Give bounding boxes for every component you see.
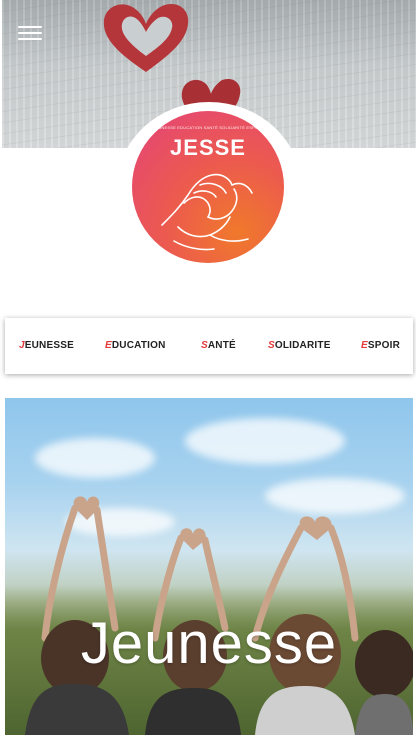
- jesse-logo[interactable]: JEUNESSE EDUCATION SANTÉ SOLIDARITÉ ESPO…: [132, 111, 284, 263]
- clasped-hands-icon: [161, 173, 253, 251]
- feature-title: Jeunesse: [80, 611, 338, 676]
- logo-tagline: JEUNESSE EDUCATION SANTÉ SOLIDARITÉ ESPO…: [153, 125, 263, 130]
- nav-item-espoir[interactable]: ESPOIR: [361, 318, 400, 374]
- nav-item-education[interactable]: EDUCATION: [105, 318, 166, 374]
- hamburger-menu-icon[interactable]: [18, 22, 42, 44]
- nav-item-jeunesse[interactable]: JEUNESSE: [19, 318, 74, 374]
- nav-item-solidarite[interactable]: SOLIDARITE: [268, 318, 331, 374]
- page: JEUNESSE EDUCATION SANTÉ SOLIDARITÉ ESPO…: [0, 0, 416, 742]
- feature-card-jeunesse[interactable]: Jeunesse: [5, 398, 413, 735]
- category-nav: JEUNESSE EDUCATION SANTÉ SOLIDARITE ESPO…: [5, 318, 413, 374]
- nav-item-sante[interactable]: SANTÉ: [201, 318, 236, 374]
- wooden-heart-icon: [103, 4, 189, 73]
